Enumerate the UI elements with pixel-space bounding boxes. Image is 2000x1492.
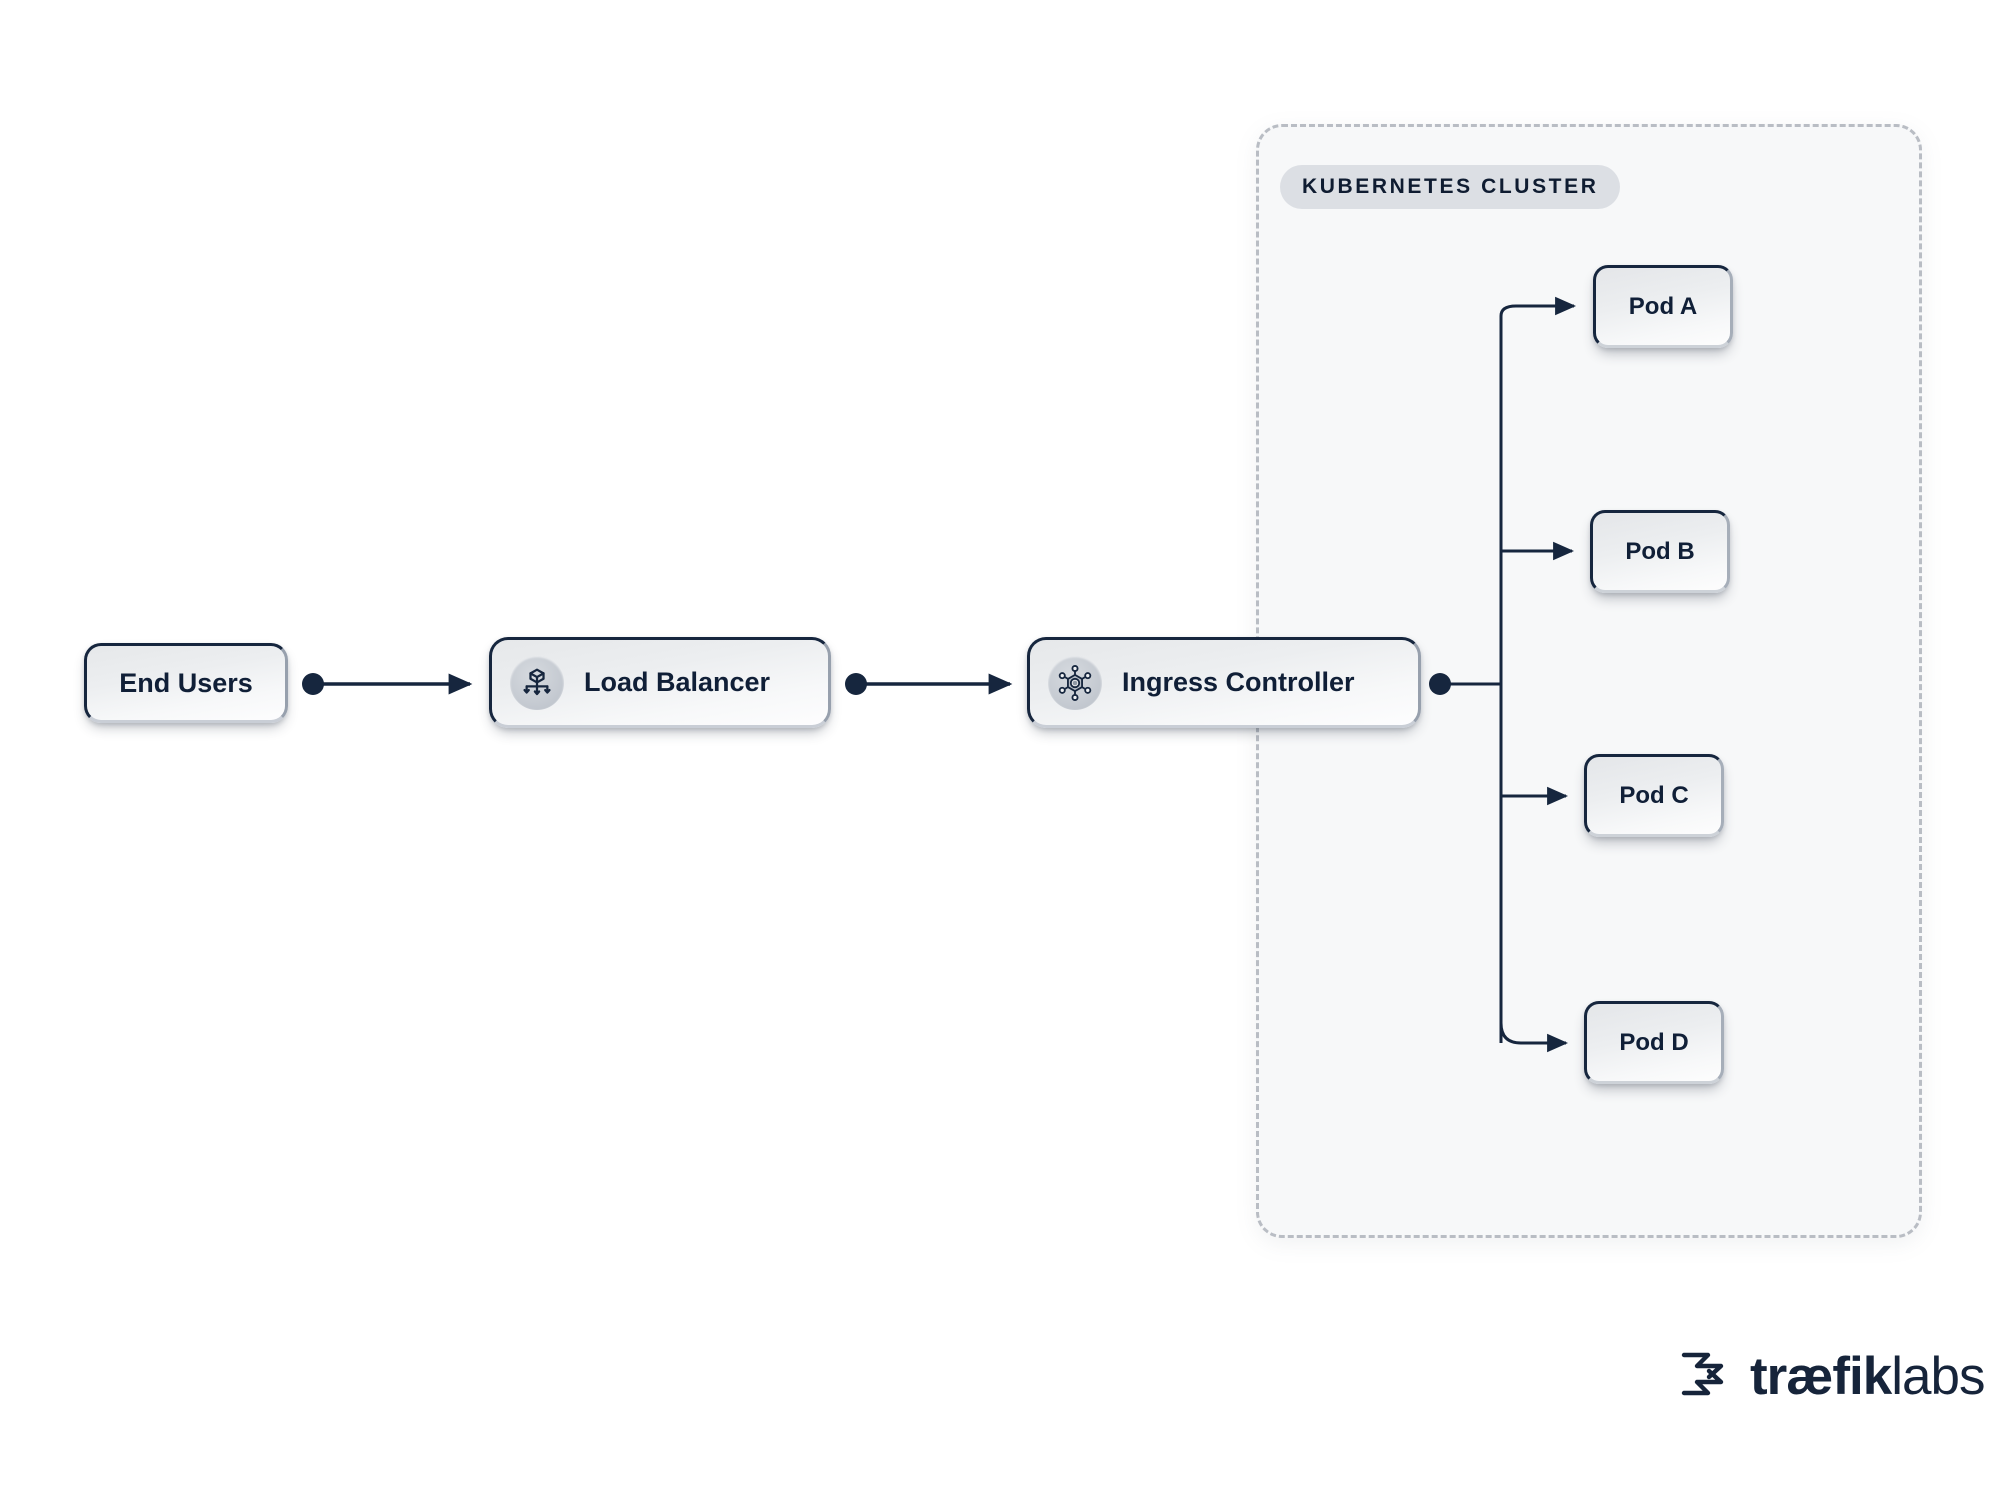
node-end-users-label: End Users bbox=[119, 667, 253, 698]
logo-word-labs: labs bbox=[1891, 1347, 1985, 1406]
node-pod-a[interactable]: Pod A bbox=[1593, 265, 1733, 348]
traefik-labs-logo: træfik labs bbox=[1678, 1347, 1986, 1406]
load-balancer-icon bbox=[510, 655, 564, 710]
diagram-canvas: KUBERNETES CLUSTER End Users Load Balanc… bbox=[0, 0, 2000, 1492]
kubernetes-mesh-icon bbox=[1048, 655, 1102, 710]
node-pod-a-label: Pod A bbox=[1628, 292, 1698, 320]
node-pod-d[interactable]: Pod D bbox=[1584, 1001, 1724, 1084]
node-pod-d-label: Pod D bbox=[1619, 1028, 1689, 1056]
node-pod-b[interactable]: Pod B bbox=[1590, 510, 1730, 593]
logo-word-traefik: træfik bbox=[1750, 1347, 1892, 1406]
node-ingress-controller[interactable]: Ingress Controller bbox=[1027, 637, 1421, 728]
node-pod-b-label: Pod B bbox=[1625, 537, 1695, 565]
node-pod-c[interactable]: Pod C bbox=[1584, 754, 1724, 837]
kubernetes-cluster-label: KUBERNETES CLUSTER bbox=[1280, 165, 1621, 209]
node-ingress-controller-label: Ingress Controller bbox=[1122, 667, 1355, 697]
node-pod-c-label: Pod C bbox=[1619, 781, 1689, 809]
node-end-users[interactable]: End Users bbox=[84, 643, 288, 723]
edge-loadbalancer-to-ingress bbox=[845, 673, 1013, 695]
traefik-labs-wordmark: træfik labs bbox=[1750, 1347, 1986, 1406]
edge-endusers-to-loadbalancer bbox=[302, 673, 473, 695]
traefik-chevron-mark-icon bbox=[1678, 1347, 1736, 1406]
node-load-balancer[interactable]: Load Balancer bbox=[489, 637, 831, 728]
node-load-balancer-label: Load Balancer bbox=[584, 667, 771, 697]
